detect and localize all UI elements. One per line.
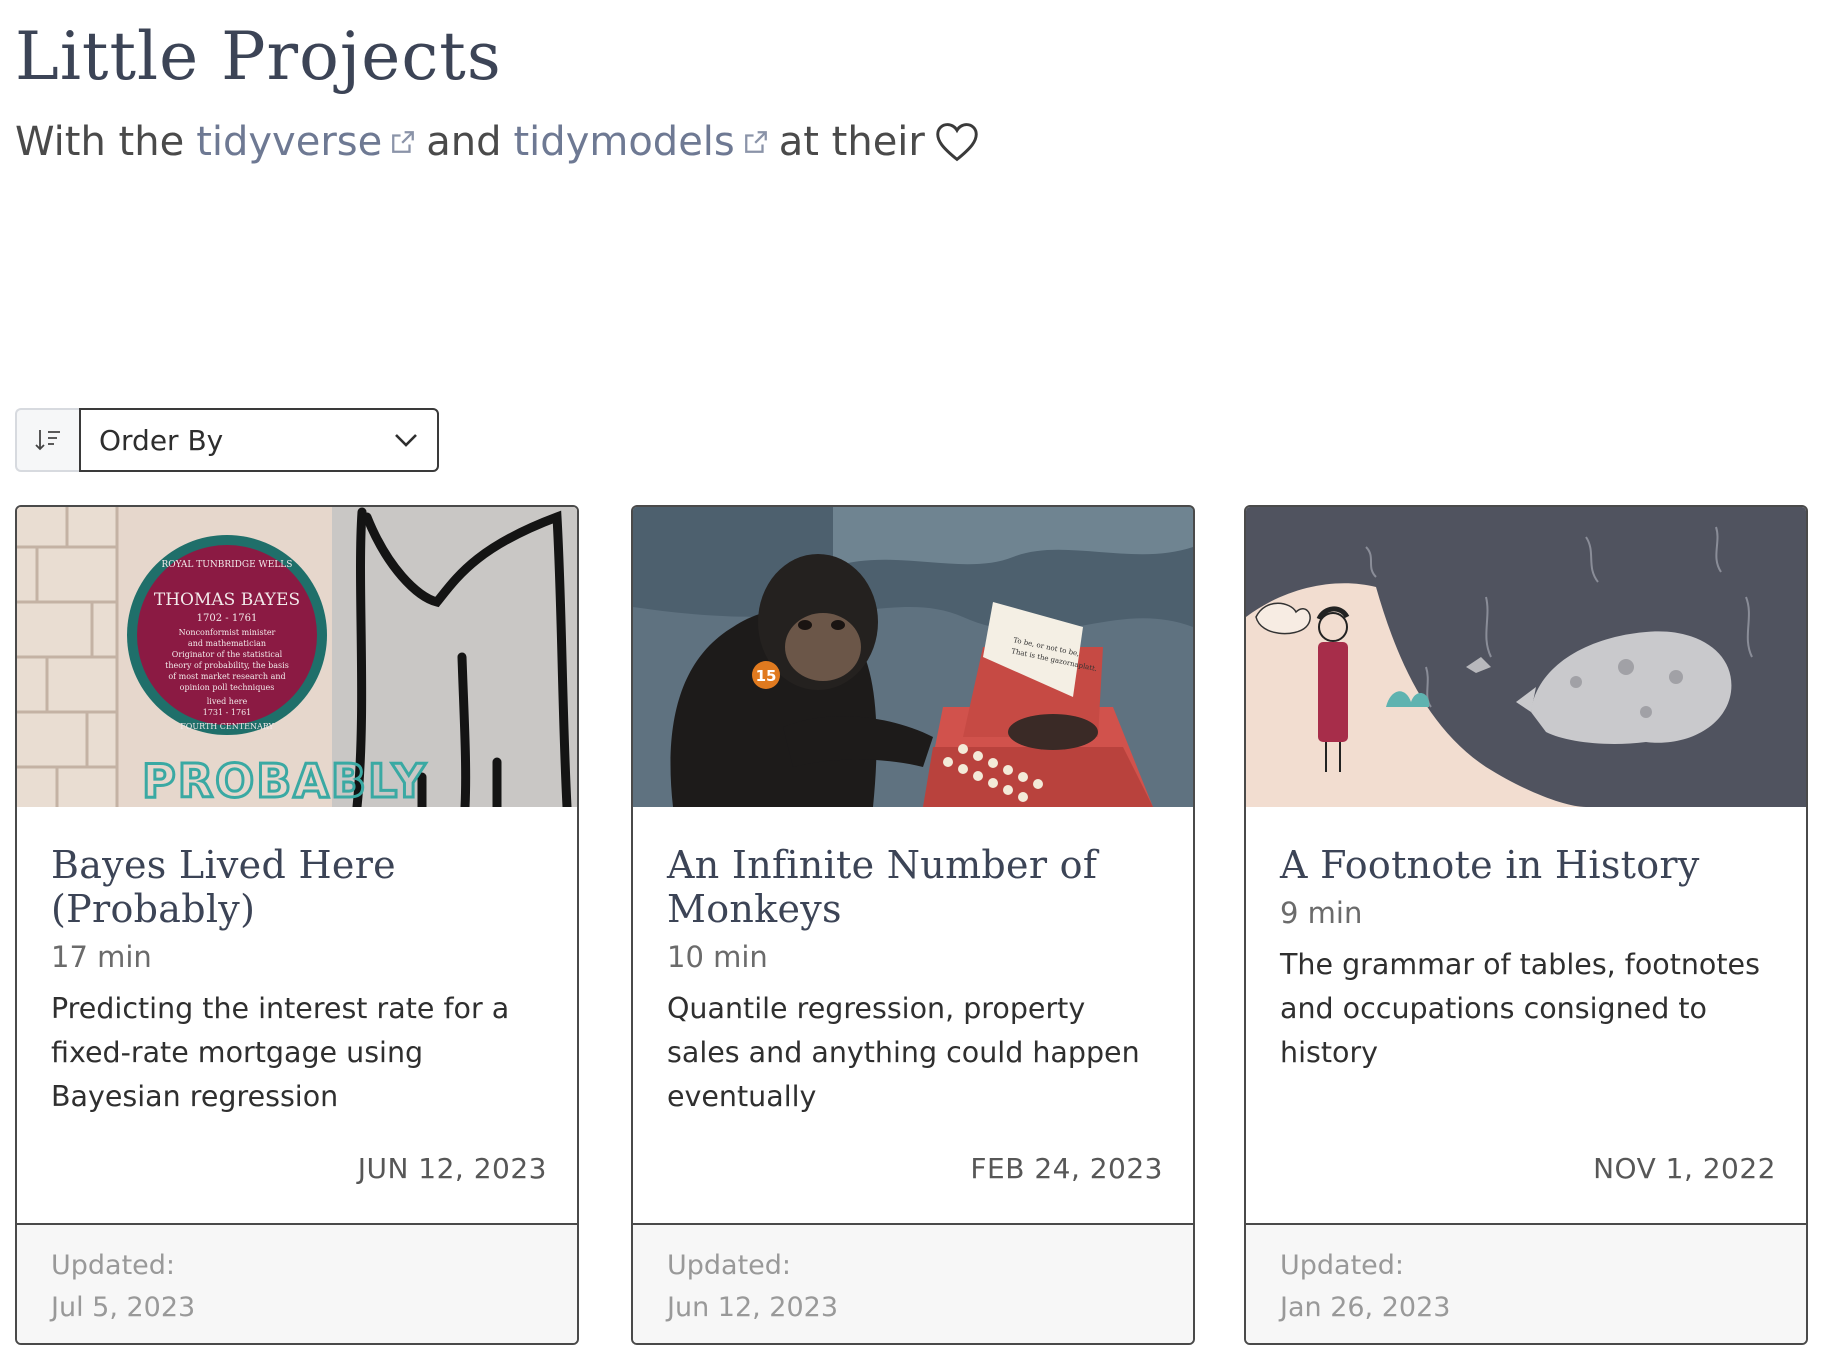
sort-control: Order By: [15, 408, 439, 472]
card-title[interactable]: A Footnote in History: [1280, 843, 1776, 887]
plaque-line: of most market research and: [168, 672, 285, 681]
plaque-line: lived here: [207, 697, 248, 706]
card-description: The grammar of tables, footnotes and occ…: [1280, 948, 1760, 1069]
card-image-plaque: ROYAL TUNBRIDGE WELLS THOMAS BAYES 1702 …: [17, 507, 577, 807]
plaque-line: theory of probability, the basis: [165, 661, 289, 670]
updated-label: Updated:: [667, 1250, 792, 1281]
plaque-line: Nonconformist minister: [179, 628, 276, 637]
page: Little Projects With the tidyverse and t…: [0, 0, 1826, 1366]
plaque-line: opinion poll techniques: [180, 683, 275, 692]
external-link-icon: [392, 131, 415, 153]
order-by-select[interactable]: Order By: [79, 408, 439, 472]
graffiti-text: PROBABLY: [142, 754, 427, 807]
project-card-monkeys[interactable]: 15 To be, or not to be, That is the gazo…: [631, 505, 1195, 1345]
card-body: Bayes Lived Here (Probably) 17 min Predi…: [51, 843, 547, 1119]
chimp-tag: 15: [756, 667, 777, 685]
plaque-line: Originator of the statistical: [172, 650, 283, 659]
card-image-cave: [1246, 507, 1806, 807]
plaque-name: THOMAS BAYES: [154, 590, 300, 610]
card-footer: Updated: Jun 12, 2023: [633, 1223, 1193, 1343]
updated-date: Jul 5, 2023: [51, 1292, 196, 1323]
card-body: An Infinite Number of Monkeys 10 min Qua…: [667, 843, 1163, 1119]
subtitle-mid: and: [426, 119, 502, 165]
external-link-icon: [744, 131, 767, 153]
card-description: Quantile regression, property sales and …: [667, 992, 1140, 1113]
reading-time: 9 min: [1280, 896, 1363, 930]
card-description: Predicting the interest rate for a fixed…: [51, 992, 510, 1113]
sort-icon: [35, 430, 60, 451]
tidyverse-link[interactable]: tidyverse: [196, 112, 382, 172]
chevron-down-icon: [395, 434, 417, 447]
card-footer: Updated: Jan 26, 2023: [1246, 1223, 1806, 1343]
tidymodels-link[interactable]: tidymodels: [514, 112, 735, 172]
project-card-bayes[interactable]: ROYAL TUNBRIDGE WELLS THOMAS BAYES 1702 …: [15, 505, 579, 1345]
publish-date: FEB 24, 2023: [970, 1152, 1163, 1185]
plaque-line: and mathematician: [188, 639, 266, 648]
publish-date: NOV 1, 2022: [1593, 1152, 1776, 1185]
subtitle-suffix: at their: [778, 119, 925, 165]
updated-date: Jan 26, 2023: [1280, 1292, 1451, 1323]
card-body: A Footnote in History 9 min The grammar …: [1280, 843, 1776, 1075]
project-card-footnote[interactable]: A Footnote in History 9 min The grammar …: [1244, 505, 1808, 1345]
publish-date: JUN 12, 2023: [357, 1152, 547, 1185]
plaque-arc-top: ROYAL TUNBRIDGE WELLS: [162, 560, 293, 570]
page-title: Little Projects: [15, 18, 502, 95]
order-by-label: Order By: [99, 423, 224, 457]
sort-direction-button[interactable]: [15, 408, 79, 472]
reading-time: 10 min: [667, 940, 768, 974]
updated-date: Jun 12, 2023: [667, 1292, 839, 1323]
plaque-arc-bottom: FOURTH CENTENARY: [180, 722, 274, 731]
page-subtitle: With the tidyverse and tidymodels at the…: [15, 112, 979, 172]
plaque-years: 1702 - 1761: [197, 613, 258, 624]
card-title[interactable]: Bayes Lived Here (Probably): [51, 843, 547, 931]
card-title[interactable]: An Infinite Number of Monkeys: [667, 843, 1163, 931]
updated-label: Updated:: [51, 1250, 176, 1281]
subtitle-prefix: With the: [15, 119, 185, 165]
updated-label: Updated:: [1280, 1250, 1405, 1281]
heart-icon: [936, 123, 978, 162]
reading-time: 17 min: [51, 940, 152, 974]
plaque-line: 1731 - 1761: [203, 708, 252, 717]
card-footer: Updated: Jul 5, 2023: [17, 1223, 577, 1343]
card-image-chimp: 15 To be, or not to be, That is the gazo…: [633, 507, 1193, 807]
